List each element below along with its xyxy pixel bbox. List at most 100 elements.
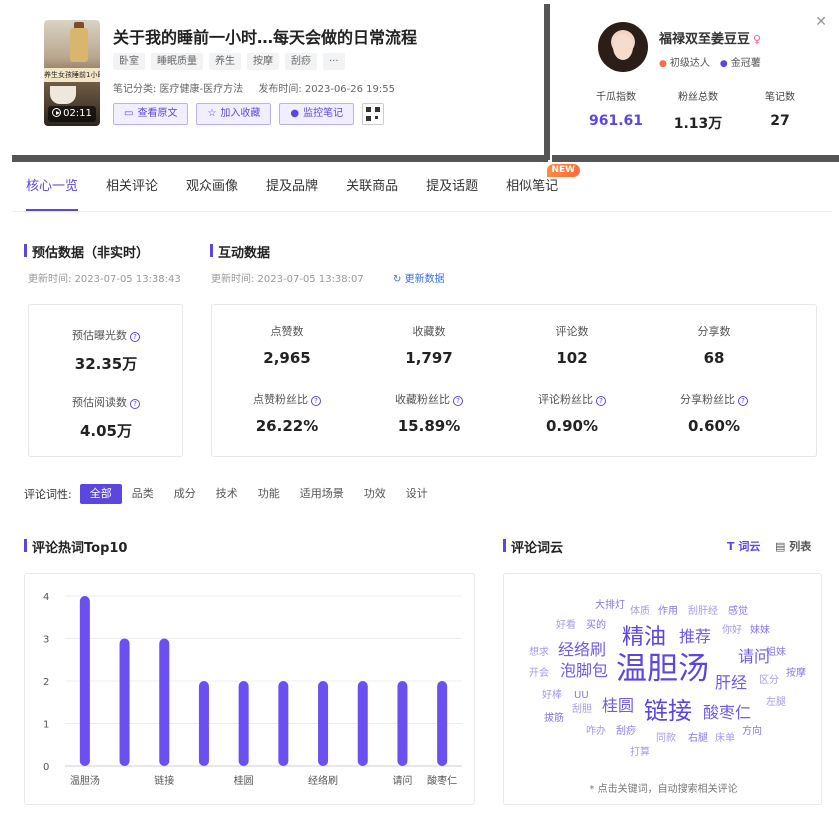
list-toggle[interactable]: ▤ 列表: [775, 538, 811, 554]
cloud-word[interactable]: 酸枣仁: [703, 705, 751, 721]
tab-7[interactable]: 相似笔记 NEW: [492, 162, 582, 211]
author-name[interactable]: 福禄双至姜豆豆 ♀: [659, 28, 761, 47]
hot-words-title: 评论热词Top10: [24, 537, 127, 556]
cloud-word[interactable]: 好棒: [542, 691, 562, 701]
female-icon: ♀: [753, 33, 762, 46]
word-cloud-hint: * 点击关键词，自动搜索相关评论: [589, 784, 738, 795]
text-icon: T: [727, 540, 735, 553]
y-tick-label: 3: [43, 635, 49, 646]
cloud-word[interactable]: 经络刷: [558, 642, 606, 658]
note-tags: 卧室 睡眠质量 养生 按摩 刮痧 ···: [113, 53, 345, 70]
help-icon[interactable]: ?: [738, 396, 748, 406]
note-tag[interactable]: 刮痧: [285, 53, 317, 70]
help-icon[interactable]: ?: [596, 396, 606, 406]
stat-notes: 笔记数 27: [765, 92, 795, 129]
filter-option[interactable]: 适用场景: [290, 484, 354, 504]
cloud-word[interactable]: 你好: [722, 626, 742, 636]
cloud-word[interactable]: 泡脚包: [560, 663, 608, 679]
note-tag[interactable]: 卧室: [113, 53, 145, 70]
cloud-word[interactable]: 刮痧: [616, 727, 636, 737]
y-tick-label: 1: [43, 720, 49, 731]
cloud-word[interactable]: 左腿: [766, 698, 786, 708]
cloud-word[interactable]: 右腿: [688, 734, 708, 744]
cloud-word[interactable]: 打算: [630, 748, 650, 758]
note-tag[interactable]: 养生: [209, 53, 241, 70]
close-icon[interactable]: ✕: [815, 14, 827, 30]
note-category: 笔记分类: 医疗健康-医疗方法: [113, 84, 244, 95]
x-tick-label: 链接: [154, 774, 174, 787]
cloud-word[interactable]: 同款: [656, 734, 676, 744]
cloud-word[interactable]: 拔筋: [544, 714, 564, 724]
note-thumbnail[interactable]: 养生女孩睡前1小时 02:11: [44, 20, 100, 126]
comment-pos-filter: 评论词性: 全部 品类 成分 技术 功能 适用场景 功效 设计: [24, 484, 438, 504]
play-icon: [52, 108, 62, 117]
filter-option[interactable]: 成分: [164, 484, 206, 504]
cloud-word[interactable]: 区分: [759, 676, 779, 686]
avatar[interactable]: [598, 22, 648, 72]
tab-4[interactable]: 提及品牌: [252, 162, 332, 211]
list-icon: ▤: [775, 540, 786, 553]
cloud-word[interactable]: 咋办: [586, 727, 606, 737]
tab-5[interactable]: 关联商品: [332, 162, 412, 211]
y-tick-label: 4: [43, 592, 49, 603]
cloud-word[interactable]: 好看: [556, 621, 576, 631]
cloud-word[interactable]: UU: [574, 691, 589, 701]
add-favorite-button[interactable]: ☆ 加入收藏: [196, 103, 272, 125]
filter-option[interactable]: 功效: [354, 484, 396, 504]
cloud-word[interactable]: 感觉: [728, 607, 748, 617]
cloud-word[interactable]: 大排灯: [595, 601, 625, 611]
view-original-button[interactable]: ▭ 查看原文: [113, 103, 189, 125]
qrcode-icon[interactable]: [362, 103, 385, 125]
tab-1[interactable]: 核心一览: [12, 162, 92, 211]
tab-3[interactable]: 观众画像: [172, 162, 252, 211]
cloud-word[interactable]: 肝经: [715, 675, 747, 691]
help-icon[interactable]: ?: [130, 332, 140, 342]
tab-bar: 核心一览 相关评论 观众画像 提及品牌 关联商品 提及话题 相似笔记 NEW: [12, 162, 832, 212]
filter-option[interactable]: 功能: [248, 484, 290, 504]
bar-桂圆: [238, 681, 249, 766]
bar-泡脚包: [278, 681, 289, 766]
filter-option[interactable]: 品类: [122, 484, 164, 504]
tab-2[interactable]: 相关评论: [92, 162, 172, 211]
author-stats: 千瓜指数 961.61 粉丝总数 1.13万 笔记数 27: [578, 88, 818, 133]
cloud-word[interactable]: 作用: [658, 607, 678, 617]
cloud-word[interactable]: 开会: [529, 669, 549, 679]
cloud-word[interactable]: 方向: [742, 727, 762, 737]
bar-酸枣仁: [437, 681, 448, 766]
cloud-word[interactable]: 温胆汤: [616, 654, 709, 685]
note-publish-time: 发布时间: 2023-06-26 19:55: [258, 84, 396, 95]
cloud-word[interactable]: 按摩: [786, 669, 806, 679]
filter-option[interactable]: 设计: [396, 484, 438, 504]
cloud-word[interactable]: 精油: [622, 627, 666, 649]
filter-label: 评论词性:: [24, 488, 72, 501]
cloud-word[interactable]: 买的: [586, 621, 606, 631]
cloud-word[interactable]: 链接: [644, 699, 692, 723]
note-tag[interactable]: 睡眠质量: [151, 53, 203, 70]
cloud-word[interactable]: 想求: [529, 648, 549, 658]
cloud-word[interactable]: 桂圆: [602, 698, 634, 714]
cloud-word[interactable]: 刮肝经: [688, 607, 718, 617]
cloud-word[interactable]: 姐妹: [766, 648, 786, 658]
cloud-word[interactable]: 刮胆: [572, 705, 592, 715]
cloud-word[interactable]: 床单: [715, 734, 735, 744]
filter-option[interactable]: 全部: [79, 484, 122, 504]
tab-6[interactable]: 提及话题: [412, 162, 492, 211]
refresh-data-button[interactable]: ↻ 更新数据: [393, 270, 445, 285]
help-icon[interactable]: ?: [130, 399, 140, 409]
y-tick-label: 2: [43, 677, 49, 688]
cloud-word[interactable]: 体质: [630, 607, 650, 617]
interaction-title: 互动数据: [210, 242, 270, 261]
monitor-note-button[interactable]: ● 监控笔记: [279, 103, 355, 125]
cloud-word[interactable]: 妹妹: [750, 626, 770, 636]
note-title: 关于我的睡前一小时…每天会做的日常流程: [113, 28, 418, 47]
cloud-word[interactable]: 推荐: [679, 629, 711, 645]
filter-option[interactable]: 技术: [206, 484, 248, 504]
estimated-exposure: 预估曝光数? 32.35万: [41, 327, 171, 374]
x-tick-label: 温胆汤: [70, 774, 100, 787]
word-cloud-toggle[interactable]: T 词云: [727, 538, 760, 554]
interaction-metrics-3: 分享数 68: [697, 325, 731, 367]
help-icon[interactable]: ?: [311, 396, 321, 406]
help-icon[interactable]: ?: [453, 396, 463, 406]
note-tag[interactable]: ···: [323, 53, 345, 70]
note-tag[interactable]: 按摩: [247, 53, 279, 70]
